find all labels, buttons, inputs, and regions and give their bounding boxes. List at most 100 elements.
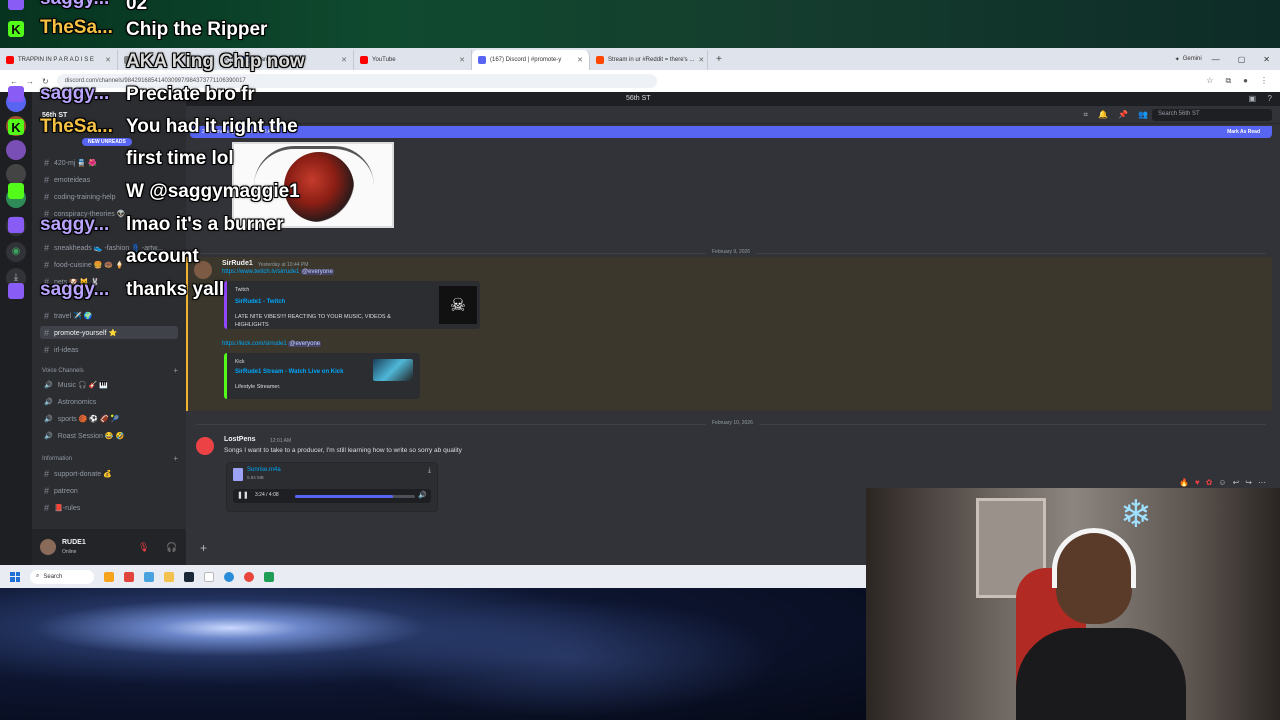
gemini-label: Gemini xyxy=(1182,56,1202,62)
date-label: February 9, 2026 xyxy=(706,249,757,255)
members-icon[interactable]: 👥 xyxy=(1138,110,1148,119)
channel-item[interactable]: # support-donate 💰 xyxy=(44,469,112,479)
channel-item[interactable]: # irl-ideas xyxy=(44,345,79,355)
kick-badge-icon xyxy=(8,183,24,199)
speaker-icon: 🔊 xyxy=(44,433,53,440)
voice-channel-item[interactable]: 🔊 Music 🎧 🎸 🎹 xyxy=(44,381,108,389)
search-label: Search xyxy=(43,573,63,580)
edge-icon[interactable] xyxy=(224,571,234,582)
add-channel-icon[interactable]: + xyxy=(173,366,178,375)
category-voice[interactable]: Voice Channels xyxy=(42,368,84,374)
mute-icon[interactable]: 🎙 xyxy=(138,542,149,553)
mention[interactable]: @everyone xyxy=(288,341,322,347)
audio-player: ❚❚ 3:24 / 4:08 🔊 xyxy=(233,489,431,503)
tab-label: Stream in ur #Reddit = there's ... xyxy=(608,57,695,63)
headphones-icon[interactable]: 🎧 xyxy=(166,542,177,553)
attach-button[interactable]: + xyxy=(200,541,207,555)
seek-progress xyxy=(295,495,394,498)
notification-icon[interactable]: 🔔 xyxy=(1098,110,1108,119)
embed-thumbnail[interactable] xyxy=(373,359,413,381)
taskbar-app-icon[interactable] xyxy=(144,571,154,582)
threads-icon[interactable]: ⌗ xyxy=(1083,110,1088,120)
steam-icon[interactable] xyxy=(184,571,194,582)
file-name-link[interactable]: Sunrise.m4a xyxy=(247,467,281,473)
category-information[interactable]: Information xyxy=(42,456,72,462)
channel-label: Music 🎧 🎸 🎹 xyxy=(57,382,108,389)
close-icon[interactable]: ✕ xyxy=(459,56,465,64)
help-icon[interactable]: ? xyxy=(1268,94,1272,103)
speaker-icon: 🔊 xyxy=(44,399,53,406)
windows-start-icon[interactable] xyxy=(10,571,20,582)
chat-username: saggy... xyxy=(40,83,110,104)
snowflake-icon: ❄ xyxy=(1120,494,1152,536)
close-icon[interactable]: ✕ xyxy=(698,56,704,64)
pin-icon[interactable]: 📌 xyxy=(1118,110,1128,119)
voice-channel-item[interactable]: 🔊 Astronomics xyxy=(44,398,96,407)
notepad-icon[interactable] xyxy=(204,571,214,582)
maximize-icon[interactable]: ▢ xyxy=(1238,55,1246,64)
chat-message: Preciate bro fr xyxy=(126,84,255,105)
reply-icon[interactable]: ↩ xyxy=(1233,478,1240,487)
extensions-icon[interactable]: ⧉ xyxy=(1225,76,1231,86)
close-icon[interactable]: ✕ xyxy=(577,56,583,64)
taskbar-app-icon[interactable] xyxy=(264,571,274,582)
search-input[interactable]: Search 56th ST xyxy=(1152,109,1272,121)
embed-title[interactable]: SirRude1 Stream - Watch Live on Kick xyxy=(235,369,343,375)
headset xyxy=(1052,528,1136,588)
channel-item[interactable]: # 📕-rules xyxy=(44,503,80,513)
browser-tab-active[interactable]: (167) Discord | #promote-y ✕ xyxy=(472,50,590,70)
chrome-icon[interactable] xyxy=(244,571,254,582)
add-reaction-icon[interactable]: ☺ xyxy=(1218,478,1226,487)
star-icon[interactable]: ☆ xyxy=(1206,76,1213,86)
channel-item[interactable]: # patreon xyxy=(44,486,78,496)
browser-tab[interactable]: YouTube ✕ xyxy=(354,50,472,70)
seek-slider[interactable] xyxy=(295,495,415,498)
reaction-icon[interactable]: ✿ xyxy=(1206,478,1213,487)
audio-file-icon xyxy=(233,468,243,481)
chat-message: W @saggymaggie1 xyxy=(126,181,300,202)
channel-item[interactable]: # travel ✈️ 🌍 xyxy=(44,311,92,321)
inbox-icon[interactable]: ▣ xyxy=(1248,94,1256,103)
chat-username: TheSa... xyxy=(40,116,113,137)
voice-channel-item[interactable]: 🔊 sports 🏀 ⚽ 🏈 🎾 xyxy=(44,415,119,423)
hash-icon: # xyxy=(44,503,50,513)
twitch-badge-icon xyxy=(8,217,24,233)
taskbar-app-icon[interactable] xyxy=(124,571,134,582)
folder-icon[interactable] xyxy=(164,571,174,582)
avatar[interactable] xyxy=(196,437,214,455)
browser-tab[interactable]: Stream in ur #Reddit = there's ... ✕ xyxy=(590,50,708,70)
taskbar-app-icon[interactable] xyxy=(104,571,114,582)
voice-channel-item[interactable]: 🔊 Roast Session 😂 🤣 xyxy=(44,432,124,440)
user-status: Online xyxy=(62,549,77,555)
new-messages-banner[interactable]: 2 new messages since 12:06 AM Mark As Re… xyxy=(190,126,1272,138)
fire-reaction-icon[interactable]: 🔥 xyxy=(1179,478,1189,487)
mark-as-read-button[interactable]: Mark As Read xyxy=(1227,129,1260,135)
hash-icon: # xyxy=(44,469,50,479)
message-author[interactable]: LostPens xyxy=(224,436,256,443)
menu-icon[interactable]: ⋮ xyxy=(1260,76,1268,86)
profile-icon[interactable]: ● xyxy=(1243,76,1248,86)
volume-icon[interactable]: 🔊 xyxy=(418,491,427,499)
reddit-icon xyxy=(596,56,604,64)
embed-description: Lifestyle Streamer. xyxy=(235,384,281,390)
avatar[interactable] xyxy=(40,539,56,555)
skull-icon: ☠ xyxy=(439,286,477,324)
minimize-icon[interactable]: — xyxy=(1212,55,1220,64)
file-size: 5.84 MB xyxy=(247,475,264,480)
close-window-icon[interactable]: ✕ xyxy=(1263,55,1270,64)
streamer xyxy=(1016,528,1186,720)
taskbar-search[interactable]: ⌕ Search xyxy=(30,569,94,584)
kick-link[interactable]: https://kick.com/sirrude1 xyxy=(222,341,287,347)
heart-reaction-icon[interactable]: ♥ xyxy=(1195,478,1200,487)
forward-icon[interactable]: ↪ xyxy=(1245,478,1252,487)
more-icon[interactable]: ⋯ xyxy=(1258,478,1266,487)
playback-time: 3:24 / 4:08 xyxy=(255,492,279,498)
download-icon[interactable]: ⤓ xyxy=(428,467,431,475)
new-tab-button[interactable]: + xyxy=(708,54,730,65)
add-channel-icon[interactable]: + xyxy=(173,454,178,463)
pause-icon[interactable]: ❚❚ xyxy=(237,491,249,499)
kick-embed: Kick SirRude1 Stream - Watch Live on Kic… xyxy=(224,353,420,399)
close-icon[interactable]: ✕ xyxy=(341,56,347,64)
gemini-button[interactable]: ✦ Gemini xyxy=(1165,56,1212,63)
channel-item-active[interactable]: # promote-yourself ⭐ xyxy=(40,326,178,339)
